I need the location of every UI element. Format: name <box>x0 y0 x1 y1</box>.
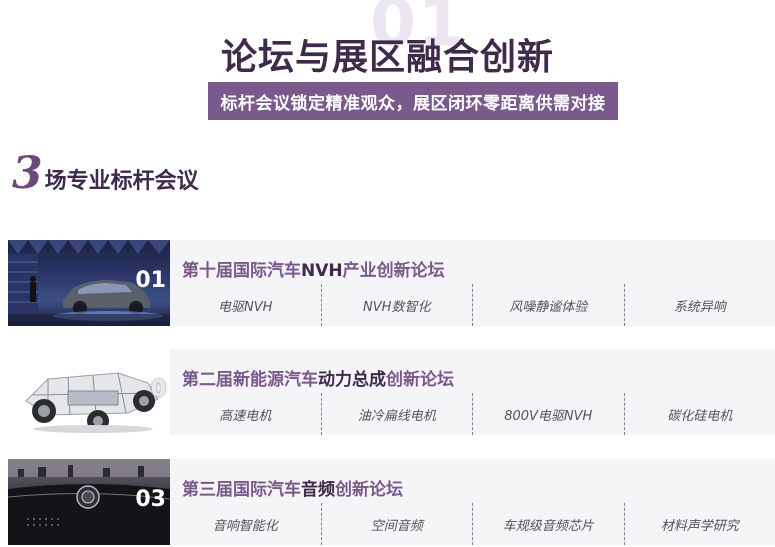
forum-title-prefix: 第二届新能源汽车 <box>182 370 318 390</box>
subtitle-banner: 标杆会议锁定精准观众，展区闭环零距离供需对接 <box>208 82 618 120</box>
forum-title-suffix: 产业创新论坛 <box>342 261 445 281</box>
forum-tag: 电驱NVH <box>170 284 322 326</box>
forum-row-nvh[interactable]: 01 第十届国际汽车NVH产业创新论坛 电驱NVH NVH数智化 风噪静谧体验 … <box>8 240 775 326</box>
subtitle-text: 标杆会议锁定精准观众，展区闭环零距离供需对接 <box>220 93 606 114</box>
forum-info-panel: 第三届国际汽车音频创新论坛 音响智能化 空间音频 车规级音频芯片 材料声学研究 <box>170 459 775 545</box>
forum-image-nvh-chamber: 01 <box>8 240 170 326</box>
forum-tag: 材料声学研究 <box>660 518 739 534</box>
forum-title-prefix: 第三届国际汽车 <box>182 480 301 500</box>
forum-number-badge: 03 <box>135 487 166 512</box>
forum-row-powertrain[interactable]: 0 第二届新能源汽车动力总成创新论坛 高速电机 油冷扁线电机 800V电驱NVH… <box>8 349 775 435</box>
forum-tag: 油冷扁线电机 <box>322 393 473 435</box>
forum-title-suffix: 创新论坛 <box>335 480 403 500</box>
forum-tags: 高速电机 油冷扁线电机 800V电驱NVH 碳化硅电机 <box>170 393 775 435</box>
forum-tags: 音响智能化 空间音频 车规级音频芯片 材料声学研究 <box>170 503 775 545</box>
forum-tag: 车规级音频芯片 <box>473 503 625 545</box>
forum-number-badge: 01 <box>135 268 166 293</box>
forum-title[interactable]: 第三届国际汽车音频创新论坛 <box>182 475 403 500</box>
forum-tag: 风噪静谧体验 <box>473 284 625 326</box>
forum-tag: 系统异响 <box>673 299 726 315</box>
forum-tag: 音响智能化 <box>170 503 322 545</box>
forum-title[interactable]: 第二届新能源汽车动力总成创新论坛 <box>182 365 454 390</box>
forum-title-suffix: 创新论坛 <box>386 370 454 390</box>
forum-title-highlight: 动力总成 <box>318 370 386 390</box>
forum-tag: 高速电机 <box>170 393 322 435</box>
forum-tags: 电驱NVH NVH数智化 风噪静谧体验 系统异响 <box>170 284 775 326</box>
forum-number-badge: 0 <box>150 377 166 402</box>
forum-tag: 空间音频 <box>322 503 473 545</box>
forum-row-audio[interactable]: 03 第三届国际汽车音频创新论坛 音响智能化 空间音频 车规级音频芯片 材料声学… <box>8 459 775 545</box>
section-heading: 3 场专业标杆会议 <box>12 152 199 196</box>
forum-title-highlight: 音频 <box>301 480 335 500</box>
forum-title-prefix: 第十届国际汽车 <box>182 261 301 281</box>
section-number: 3 <box>12 148 43 199</box>
forum-title[interactable]: 第十届国际汽车NVH产业创新论坛 <box>182 256 445 281</box>
page-title: 论坛与展区融合创新 <box>220 37 554 78</box>
forum-title-highlight: NVH <box>301 261 343 281</box>
forum-image-ev-chassis: 0 <box>8 349 170 435</box>
ev-chassis-illustration <box>25 372 159 433</box>
forum-tag: 碳化硅电机 <box>667 408 733 424</box>
forum-image-car-speaker: 03 <box>8 459 170 545</box>
section-label: 场专业标杆会议 <box>44 169 199 194</box>
forum-tag: NVH数智化 <box>322 284 473 326</box>
forum-info-panel: 第十届国际汽车NVH产业创新论坛 电驱NVH NVH数智化 风噪静谧体验 系统异… <box>170 240 775 326</box>
forum-info-panel: 第二届新能源汽车动力总成创新论坛 高速电机 油冷扁线电机 800V电驱NVH 碳… <box>170 349 775 435</box>
forum-tag: 800V电驱NVH <box>473 393 625 435</box>
